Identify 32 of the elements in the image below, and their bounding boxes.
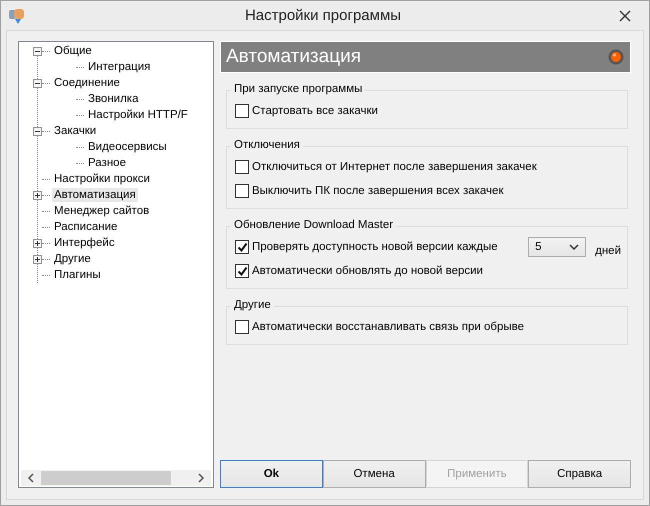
- tree-item[interactable]: Другие: [52, 252, 93, 266]
- checkbox-label[interactable]: Отключиться от Интернет после завершения закачек: [252, 161, 537, 173]
- checkbox-label[interactable]: Автоматически восстанавливать связь при обрыве: [252, 321, 524, 333]
- window-title: Настройки программы: [244, 7, 402, 24]
- checkbox-label[interactable]: Проверять доступность новой версии каждые: [252, 241, 498, 253]
- group-title: Другие: [231, 299, 274, 311]
- group-title: Отключения: [231, 139, 303, 151]
- checkbox-label[interactable]: Выключить ПК после завершения всех закачек: [252, 185, 504, 197]
- checkbox-label[interactable]: Стартовать все закачки: [252, 105, 378, 117]
- tree-item[interactable]: Видеосервисы: [86, 140, 169, 154]
- unit-label: дней: [595, 245, 621, 257]
- tree-item[interactable]: Расписание: [52, 220, 120, 234]
- tree-item[interactable]: Общие: [52, 44, 94, 58]
- group-title: При запуске программы: [231, 83, 366, 95]
- tree-item[interactable]: Автоматизация: [52, 188, 138, 202]
- tree-item[interactable]: Звонилка: [86, 92, 140, 106]
- group-title: Обновление Download Master: [231, 219, 396, 231]
- tree-item[interactable]: Настройки HTTP/F: [86, 108, 190, 122]
- tree-item[interactable]: Интеграция: [86, 60, 152, 74]
- dialog-button[interactable]: Справка: [528, 460, 631, 488]
- tree-item[interactable]: Разное: [86, 156, 128, 170]
- tree-item[interactable]: Плагины: [52, 268, 103, 282]
- tree-item[interactable]: Менеджер сайтов: [52, 204, 152, 218]
- panel-title: Автоматизация: [226, 46, 361, 68]
- dialog-button[interactable]: Отмена: [322, 460, 426, 488]
- tree-item[interactable]: Интерфейс: [52, 236, 117, 250]
- tree-item[interactable]: Соединение: [52, 76, 122, 90]
- checkbox-label[interactable]: Автоматически обновлять до новой версии: [252, 265, 483, 277]
- interval-dropdown[interactable]: 5: [528, 237, 586, 257]
- tree-item[interactable]: Закачки: [52, 124, 98, 138]
- tree-item[interactable]: Настройки прокси: [52, 172, 152, 186]
- dialog-button[interactable]: Ok: [220, 460, 323, 488]
